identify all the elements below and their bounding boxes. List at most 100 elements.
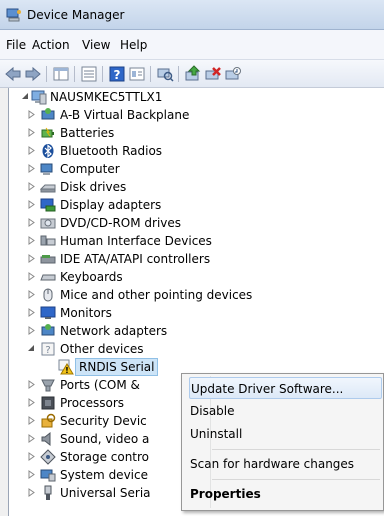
tree-item-dvd-cdrom-drives[interactable]: DVD/CD-ROM drives [27,214,327,232]
menu-action[interactable]: Action [32,38,70,52]
expand-arrow-icon[interactable] [27,110,36,119]
expand-arrow-icon[interactable] [27,380,36,389]
tree-root[interactable]: NAUSMKEC5TTLX1 [21,88,321,106]
forward-icon[interactable] [24,65,42,83]
menu-item-label: Properties [190,487,261,501]
menu-item-label: Disable [190,404,235,418]
tree-item-batteries[interactable]: Batteries [27,124,327,142]
tree-item-label: Human Interface Devices [60,234,212,248]
battery-icon [41,127,54,138]
expand-arrow-icon[interactable] [27,452,36,461]
list-view-icon[interactable] [80,65,98,83]
tree-item-computer[interactable]: Computer [27,160,327,178]
tree-item-network-adapters[interactable]: Network adapters [27,322,327,340]
warning-device-icon: ! [58,359,74,375]
tree-item-label: A-B Virtual Backplane [60,108,190,122]
display-adapter-icon [40,198,56,212]
tree-item-security-devices[interactable]: Security Devic [27,412,197,430]
tree-item-label: Network adapters [60,324,168,338]
tree-item-label: Keyboards [60,270,123,284]
menu-help[interactable]: Help [120,38,147,52]
tree-item-usb-controllers[interactable]: Universal Seria [27,484,197,502]
computer-icon [31,90,47,105]
collapse-arrow-icon[interactable] [21,92,30,101]
mouse-icon [43,288,53,302]
menu-item-disable[interactable]: Disable [189,400,382,422]
disable-icon[interactable] [224,65,242,83]
svg-text:?: ? [114,68,121,82]
expand-arrow-icon[interactable] [27,254,36,263]
tree-item-sound-video[interactable]: Sound, video a [27,430,197,448]
tree-view-icon[interactable] [52,65,70,83]
help-icon[interactable]: ? [108,65,126,83]
device-manager-icon [6,8,21,22]
keyboard-icon [40,274,56,281]
expand-arrow-icon[interactable] [27,146,36,155]
usb-icon [44,485,52,500]
tree-item-label: Other devices [60,342,144,356]
ide-controller-icon [40,255,56,264]
tree-item-label: Computer [60,162,120,176]
menu-item-properties[interactable]: Properties [189,483,382,505]
collapse-arrow-icon[interactable] [27,344,36,353]
tree-item-disk-drives[interactable]: Disk drives [27,178,327,196]
expand-arrow-icon[interactable] [27,128,36,137]
expand-arrow-icon[interactable] [27,308,36,317]
uninstall-icon[interactable] [204,65,222,83]
menu-view[interactable]: View [82,38,110,52]
expand-arrow-icon[interactable] [27,470,36,479]
menu-file[interactable]: File [6,38,26,52]
tree-item-system-devices[interactable]: System device [27,466,197,484]
menu-item-label: Scan for hardware changes [190,457,355,471]
menu-item-uninstall[interactable]: Uninstall [189,423,382,445]
back-icon[interactable] [4,65,22,83]
tree-item-ide-ata-atapi[interactable]: IDE ATA/ATAPI controllers [27,250,327,268]
menu-item-label: Uninstall [190,427,243,441]
tree-item-storage-controllers[interactable]: Storage contro [27,448,197,466]
network-adapter-icon [41,108,55,120]
tree-item-other-devices[interactable]: ? Other devices [27,340,327,358]
menu-item-scan-hardware[interactable]: Scan for hardware changes [189,453,382,475]
hid-icon [40,235,56,246]
computer-icon [40,163,53,175]
tree-item-label: Monitors [60,306,112,320]
tree-item-rndis-serial[interactable]: ! RNDIS Serial [45,358,165,376]
tree-item-label: Ports (COM & [60,378,140,392]
expand-arrow-icon[interactable] [27,236,36,245]
expand-arrow-icon[interactable] [27,326,36,335]
expand-arrow-icon[interactable] [27,218,36,227]
speaker-icon [41,431,51,447]
menu-separator [212,479,380,480]
tree-item-label: Display adapters [60,198,162,212]
expand-arrow-icon[interactable] [27,164,36,173]
menu-item-label: Update Driver Software... [191,382,344,396]
tree-item-label: IDE ATA/ATAPI controllers [60,252,211,266]
tree-item-display-adapters[interactable]: Display adapters [27,196,327,214]
properties-icon[interactable] [128,65,146,83]
tree-item-ab-virtual-backplane[interactable]: A-B Virtual Backplane [27,106,327,124]
expand-arrow-icon[interactable] [27,398,36,407]
tree-item-bluetooth-radios[interactable]: Bluetooth Radios [27,142,327,160]
port-icon [41,379,55,392]
menu-item-update-driver[interactable]: Update Driver Software... [189,377,382,399]
expand-arrow-icon[interactable] [27,182,36,191]
title-bar: Device Manager [0,0,384,30]
expand-arrow-icon[interactable] [27,488,36,497]
other-devices-icon: ? [41,342,55,356]
tree-item-processors[interactable]: Processors [27,394,197,412]
disk-drive-icon [40,184,56,193]
update-driver-icon[interactable] [184,65,202,83]
tree-item-keyboards[interactable]: Keyboards [27,268,327,286]
expand-arrow-icon[interactable] [27,290,36,299]
expand-arrow-icon[interactable] [27,434,36,443]
tree-item-monitors[interactable]: Monitors [27,304,327,322]
tree-item-mice[interactable]: Mice and other pointing devices [27,286,327,304]
expand-arrow-icon[interactable] [27,272,36,281]
tree-item-human-interface-devices[interactable]: Human Interface Devices [27,232,327,250]
tree-item-ports[interactable]: Ports (COM & [27,376,197,394]
expand-arrow-icon[interactable] [27,200,36,209]
storage-controller-icon [40,449,56,465]
expand-arrow-icon[interactable] [27,416,36,425]
computer-name: NAUSMKEC5TTLX1 [50,90,163,104]
scan-hardware-icon[interactable] [156,65,174,83]
